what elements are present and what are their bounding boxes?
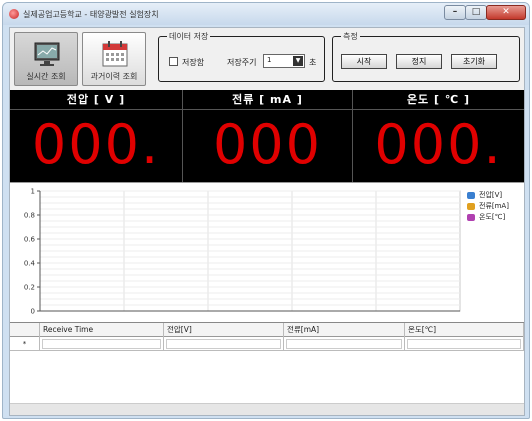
legend-label: 전류[mA] <box>479 202 509 210</box>
window-title: 실제공업고등학교 - 태양광발전 실험장치 <box>23 10 159 19</box>
legend-swatch-icon <box>467 214 475 221</box>
current-value: 000 <box>212 113 323 176</box>
voltage-readout: 전압 [ V ] 000. <box>10 90 182 182</box>
grid-col-current[interactable]: 전류[mA] <box>284 323 405 337</box>
save-period-value: 1 <box>267 56 272 64</box>
start-button[interactable]: 시작 <box>341 54 387 69</box>
measure-group: 측정 시작 정지 초기화 <box>332 31 520 82</box>
realtime-view-label: 실시간 조회 <box>26 72 66 81</box>
reset-button[interactable]: 초기화 <box>451 54 497 69</box>
legend-swatch-icon <box>467 203 475 210</box>
chevron-down-icon[interactable]: ▼ <box>293 56 303 66</box>
grid-col-receive-time[interactable]: Receive Time <box>40 323 164 337</box>
maximize-button[interactable]: □ <box>465 5 487 20</box>
data-save-title: 데이터 저장 <box>167 31 211 42</box>
app-icon <box>9 9 19 19</box>
grid-cell[interactable] <box>164 337 284 351</box>
title-bar[interactable]: 실제공업고등학교 - 태양광발전 실험장치 – □ ✕ <box>3 3 529 25</box>
readout-panel: 전압 [ V ] 000. 전류 [ mA ] 000 온도 [ ℃ ] 000… <box>10 90 524 182</box>
current-readout: 전류 [ mA ] 000 <box>182 90 353 182</box>
chart-legend: 전압[V] 전류[mA] 온도[℃] <box>465 190 521 223</box>
close-button[interactable]: ✕ <box>486 5 526 20</box>
save-period-label: 저장주기 <box>227 58 257 67</box>
legend-swatch-icon <box>467 192 475 199</box>
grid-empty-area <box>10 351 524 404</box>
history-view-button[interactable]: 과거이력 조회 <box>82 32 146 86</box>
save-checkbox[interactable] <box>169 57 178 66</box>
data-grid: Receive Time 전압[V] 전류[mA] 온도[℃] * <box>10 322 524 415</box>
minimize-icon: – <box>452 7 458 17</box>
temperature-header: 온도 [ ℃ ] <box>353 90 524 110</box>
minimize-button[interactable]: – <box>444 5 466 20</box>
chart-plot: 0 0.2 0.4 0.6 0.8 1 <box>24 188 461 316</box>
grid-cell[interactable] <box>405 337 524 351</box>
grid-new-row[interactable]: * <box>10 337 524 351</box>
grid-cell[interactable] <box>40 337 164 351</box>
legend-item: 전류[mA] <box>465 201 521 212</box>
history-view-label: 과거이력 조회 <box>90 72 138 81</box>
horizontal-scrollbar[interactable] <box>10 403 524 415</box>
grid-cell[interactable] <box>284 337 405 351</box>
measure-title: 측정 <box>341 31 360 42</box>
grid-col-voltage[interactable]: 전압[V] <box>164 323 284 337</box>
trend-chart: 0 0.2 0.4 0.6 0.8 1 전압[V] 전류[mA] 온도[℃] <box>10 182 524 322</box>
y-tick-label: 0.8 <box>24 212 35 220</box>
legend-label: 온도[℃] <box>479 213 506 221</box>
close-icon: ✕ <box>502 7 510 17</box>
y-tick-label: 0.2 <box>24 284 35 292</box>
monitor-icon <box>34 42 60 66</box>
y-tick-label: 0.4 <box>24 260 36 268</box>
voltage-header: 전압 [ V ] <box>10 90 182 110</box>
voltage-value: 000. <box>31 113 161 176</box>
save-period-unit: 초 <box>309 58 317 67</box>
y-tick-label: 0 <box>31 308 35 316</box>
legend-label: 전압[V] <box>479 191 503 199</box>
grid-row-header-corner <box>10 323 40 337</box>
legend-item: 온도[℃] <box>465 212 521 223</box>
realtime-view-button[interactable]: 실시간 조회 <box>14 32 78 86</box>
calendar-icon <box>102 41 128 67</box>
temperature-value: 000. <box>374 113 503 176</box>
app-window: 실제공업고등학교 - 태양광발전 실험장치 – □ ✕ 실시간 조회 과거이력 … <box>2 2 530 419</box>
y-tick-label: 1 <box>31 188 35 196</box>
new-row-marker: * <box>10 337 40 351</box>
y-tick-label: 0.6 <box>24 236 36 244</box>
save-period-select[interactable]: 1 ▼ <box>263 54 305 68</box>
grid-col-temperature[interactable]: 온도[℃] <box>405 323 524 337</box>
temperature-readout: 온도 [ ℃ ] 000. <box>353 90 524 182</box>
toolbar: 실시간 조회 과거이력 조회 데이터 저장 저장함 저장주기 1 ▼ 초 측정 … <box>10 28 524 90</box>
current-header: 전류 [ mA ] <box>183 90 352 110</box>
grid-header: Receive Time 전압[V] 전류[mA] 온도[℃] <box>10 323 524 337</box>
main-content: 실시간 조회 과거이력 조회 데이터 저장 저장함 저장주기 1 ▼ 초 측정 … <box>9 27 525 416</box>
legend-item: 전압[V] <box>465 190 521 201</box>
save-checkbox-label: 저장함 <box>182 58 205 67</box>
stop-button[interactable]: 정지 <box>396 54 442 69</box>
data-save-group: 데이터 저장 저장함 저장주기 1 ▼ 초 <box>158 31 325 82</box>
maximize-icon: □ <box>471 7 481 17</box>
